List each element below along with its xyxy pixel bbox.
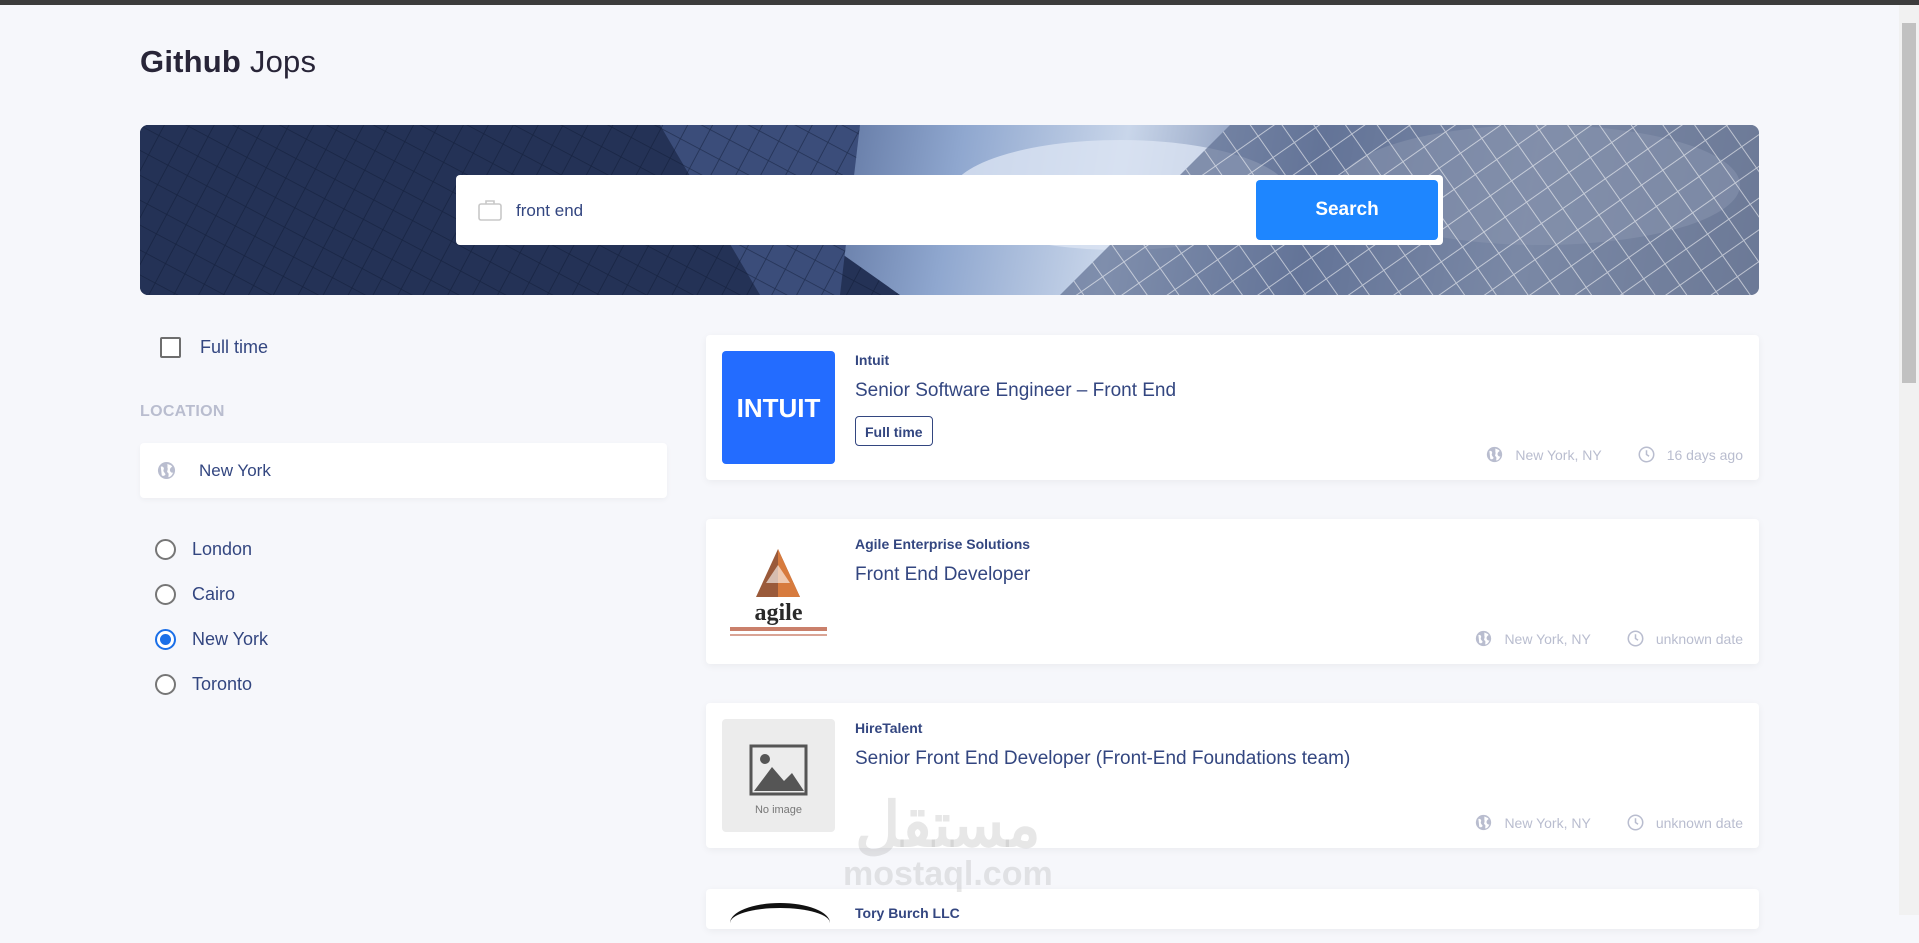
radio-label: London [192, 539, 253, 559]
brand-bold: Github [140, 44, 242, 79]
radio-button[interactable] [155, 629, 176, 650]
company-logo: No image [722, 719, 835, 832]
brand-logo[interactable]: Github Jops [140, 44, 316, 80]
fulltime-checkbox[interactable] [160, 337, 181, 358]
fulltime-label: Full time [200, 337, 269, 357]
job-location: New York, NY [1486, 446, 1602, 463]
job-location-text: New York, NY [1515, 446, 1602, 463]
location-option-toronto[interactable]: Toronto [155, 662, 268, 707]
job-card[interactable]: No image HireTalent Senior Front End Dev… [706, 703, 1759, 848]
job-list: INTUIT Intuit Senior Software Engineer –… [706, 335, 1759, 887]
radio-label: Toronto [192, 674, 253, 694]
globe-icon [1487, 446, 1503, 463]
briefcase-icon [478, 200, 502, 221]
location-radio-list: London Cairo New York Toronto [155, 527, 268, 707]
job-posted: unknown date [1627, 814, 1743, 831]
logo-text: INTUIT [737, 393, 821, 423]
location-input[interactable] [197, 453, 641, 489]
job-company: Tory Burch LLC [855, 905, 960, 921]
job-posted-text: unknown date [1655, 630, 1743, 647]
clock-icon [1627, 814, 1644, 831]
job-meta: New York, NY 16 days ago [1450, 446, 1743, 463]
radio-button[interactable] [155, 584, 176, 605]
clock-icon [1627, 630, 1644, 647]
job-location: New York, NY [1475, 630, 1591, 647]
job-company: HireTalent [855, 720, 923, 736]
job-title[interactable]: Senior Front End Developer (Front-End Fo… [855, 748, 1350, 770]
page-scrollbar[interactable] [1899, 5, 1919, 915]
job-card[interactable]: agile Agile Enterprise Solutions Front E… [706, 519, 1759, 664]
logo-text: No image [755, 804, 802, 816]
job-posted-text: 16 days ago [1666, 446, 1743, 463]
job-title[interactable]: Front End Developer [855, 564, 1030, 586]
job-meta: New York, NY unknown date [1439, 630, 1743, 647]
logo-text: agile [755, 600, 803, 626]
brand-light: Jops [249, 44, 317, 79]
company-logo [730, 903, 830, 943]
browser-top-bar [0, 0, 1919, 5]
radio-label: Cairo [192, 584, 236, 604]
location-option-new-york[interactable]: New York [155, 617, 268, 662]
location-heading: LOCATION [140, 403, 225, 420]
job-company: Agile Enterprise Solutions [855, 536, 1031, 552]
job-company: Intuit [855, 352, 890, 368]
radio-button[interactable] [155, 539, 176, 560]
fulltime-filter[interactable]: Full time [160, 337, 268, 358]
job-title[interactable]: Senior Software Engineer – Front End [855, 380, 1176, 402]
search-bar: Search [456, 175, 1443, 245]
job-location-text: New York, NY [1504, 814, 1591, 831]
radio-button[interactable] [155, 674, 176, 695]
job-type-badge: Full time [855, 416, 933, 446]
company-logo: agile [722, 535, 835, 648]
location-field [140, 443, 667, 498]
globe-icon [1476, 630, 1492, 647]
job-posted-text: unknown date [1655, 814, 1743, 831]
job-location-text: New York, NY [1504, 630, 1591, 647]
search-input[interactable] [514, 191, 1208, 231]
job-posted: unknown date [1627, 630, 1743, 647]
job-card-partial[interactable]: Tory Burch LLC [706, 889, 1759, 929]
globe-icon [157, 461, 176, 480]
clock-icon [1638, 446, 1655, 463]
location-option-london[interactable]: London [155, 527, 268, 572]
job-location: New York, NY [1475, 814, 1591, 831]
company-logo: INTUIT [722, 351, 835, 464]
search-button[interactable]: Search [1256, 180, 1438, 240]
job-card[interactable]: INTUIT Intuit Senior Software Engineer –… [706, 335, 1759, 480]
globe-icon [1476, 814, 1492, 831]
radio-label: New York [192, 629, 269, 649]
job-meta: New York, NY unknown date [1439, 814, 1743, 831]
scrollbar-thumb[interactable] [1902, 23, 1916, 383]
job-posted: 16 days ago [1638, 446, 1743, 463]
location-option-cairo[interactable]: Cairo [155, 572, 268, 617]
